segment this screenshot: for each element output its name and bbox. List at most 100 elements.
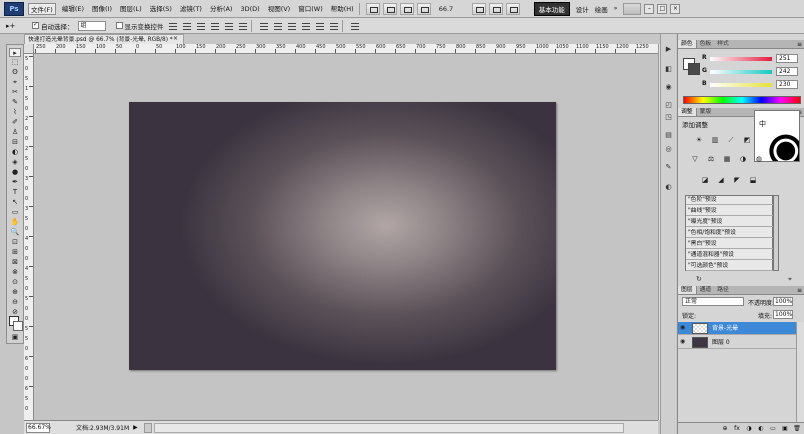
panel-shortcut-icon[interactable]: ▶ bbox=[663, 44, 674, 54]
layer-row[interactable]: ◉ 图层 0 bbox=[678, 336, 796, 349]
workspace-essentials[interactable]: 基本功能 bbox=[533, 1, 570, 16]
menu-view[interactable]: 视图(V) bbox=[266, 3, 293, 15]
workspace-more[interactable]: » bbox=[614, 5, 618, 12]
new-group-icon[interactable]: ▭ bbox=[769, 425, 777, 433]
view-extras-button[interactable] bbox=[471, 2, 486, 15]
tab-swatches[interactable]: 色板 bbox=[697, 40, 715, 48]
tool-button[interactable]: ⊕ bbox=[9, 288, 21, 297]
document-close-icon[interactable]: × bbox=[173, 34, 178, 44]
menu-filter[interactable]: 滤镜(T) bbox=[178, 3, 204, 15]
auto-align-icon[interactable] bbox=[350, 21, 360, 31]
align-bottom-icon[interactable] bbox=[196, 21, 206, 31]
distribute-vcenter-icon[interactable] bbox=[273, 21, 283, 31]
menu-image[interactable]: 图像(I) bbox=[90, 3, 114, 15]
levels-icon[interactable]: ▥ bbox=[708, 135, 722, 146]
hand-tool-button[interactable] bbox=[399, 2, 414, 15]
panel-shortcut-icon[interactable]: ◧ bbox=[663, 64, 674, 74]
align-hcenter-icon[interactable] bbox=[224, 21, 234, 31]
preset-selective-color[interactable]: "可选颜色"预设 bbox=[686, 262, 774, 271]
link-layers-icon[interactable]: ⊕ bbox=[721, 425, 729, 433]
tab-paths[interactable]: 路径 bbox=[714, 286, 732, 294]
photo-filter-icon[interactable]: ◍ bbox=[752, 154, 766, 165]
adjustments-clip-icon[interactable]: ⌖ bbox=[788, 275, 792, 284]
tool-button[interactable]: T bbox=[9, 188, 21, 197]
tool-button[interactable]: ♙ bbox=[9, 128, 21, 137]
blend-mode-dropdown[interactable]: 正常 bbox=[682, 297, 744, 306]
tool-button[interactable]: ✂ bbox=[9, 88, 21, 97]
auto-select-dropdown[interactable]: 组 bbox=[77, 20, 106, 31]
blue-slider[interactable] bbox=[710, 83, 772, 87]
arrange-documents-button[interactable] bbox=[488, 2, 503, 15]
launch-bridge-button[interactable] bbox=[365, 2, 380, 15]
preset-exposure[interactable]: "曝光度"预设 bbox=[686, 218, 774, 227]
tool-button[interactable]: ʘ bbox=[9, 68, 21, 77]
tab-color[interactable]: 颜色 bbox=[678, 40, 697, 48]
menu-window[interactable]: 窗口(W) bbox=[296, 3, 325, 15]
panel-shortcut-icon[interactable]: ✎ bbox=[663, 162, 674, 172]
tool-button[interactable]: ⊖ bbox=[9, 298, 21, 307]
align-vcenter-icon[interactable] bbox=[182, 21, 192, 31]
move-tool-preset[interactable]: ▸+ bbox=[6, 22, 22, 30]
visibility-eye-icon[interactable]: ◉ bbox=[680, 324, 688, 333]
workspace-painting[interactable]: 绘画 bbox=[595, 4, 608, 14]
ruler-origin[interactable] bbox=[24, 44, 34, 54]
color-balance-icon[interactable]: ⚖ bbox=[704, 154, 718, 165]
tool-button[interactable]: ✋ bbox=[9, 218, 21, 227]
preset-curves[interactable]: "曲线"预设 bbox=[686, 207, 774, 216]
panel-shortcut-icon[interactable]: ◉ bbox=[663, 82, 674, 92]
align-right-icon[interactable] bbox=[238, 21, 248, 31]
preset-channel-mixer[interactable]: "通道混和器"预设 bbox=[686, 251, 774, 260]
status-zoom-field[interactable]: 66.67% bbox=[26, 422, 51, 433]
tool-button[interactable]: ⊞ bbox=[9, 248, 21, 257]
vibrance-icon[interactable]: ▽ bbox=[688, 154, 702, 165]
posterize-icon[interactable]: ◢ bbox=[714, 175, 728, 186]
tool-button[interactable]: ◈ bbox=[9, 158, 21, 167]
maximize-button[interactable]: □ bbox=[657, 3, 668, 14]
menu-help[interactable]: 帮助(H) bbox=[329, 3, 356, 15]
tool-button[interactable]: ◐ bbox=[9, 148, 21, 157]
gradient-map-icon[interactable]: ⬓ bbox=[746, 175, 760, 186]
green-value-input[interactable]: 242 bbox=[776, 67, 798, 76]
minimize-button[interactable]: – bbox=[644, 3, 655, 14]
menu-analysis[interactable]: 分析(A) bbox=[208, 3, 235, 15]
tool-button[interactable]: 🔍 bbox=[9, 228, 21, 237]
align-left-icon[interactable] bbox=[210, 21, 220, 31]
invert-icon[interactable]: ◪ bbox=[698, 175, 712, 186]
distribute-top-icon[interactable] bbox=[259, 21, 269, 31]
panel-shortcut-icon[interactable]: ◐ bbox=[663, 182, 674, 192]
zoom-level[interactable]: 66.7 bbox=[439, 5, 469, 13]
brightness-icon[interactable]: ☀ bbox=[692, 135, 706, 146]
distribute-bottom-icon[interactable] bbox=[287, 21, 297, 31]
tool-button[interactable]: ⊗ bbox=[9, 268, 21, 277]
tool-button[interactable]: ⌇ bbox=[9, 108, 21, 117]
menu-file[interactable]: 文件(F) bbox=[28, 2, 56, 15]
tab-channels[interactable]: 通道 bbox=[697, 286, 715, 294]
tab-masks[interactable]: 蒙版 bbox=[697, 108, 715, 116]
menu-edit[interactable]: 编辑(E) bbox=[60, 3, 86, 15]
preset-black-white[interactable]: "黑白"预设 bbox=[686, 240, 774, 249]
tool-button[interactable]: ↖ bbox=[9, 198, 21, 207]
cs-live-button[interactable] bbox=[623, 2, 642, 15]
tool-button[interactable]: ⊡ bbox=[9, 238, 21, 247]
panel-shortcut-icon[interactable]: ◎ bbox=[663, 144, 674, 154]
zoom-tool-button[interactable] bbox=[416, 2, 431, 15]
add-mask-icon[interactable]: ◑ bbox=[745, 425, 753, 433]
blue-value-input[interactable]: 230 bbox=[776, 80, 798, 89]
tool-button[interactable]: ✒ bbox=[9, 178, 21, 187]
menu-3d[interactable]: 3D(D) bbox=[238, 3, 261, 15]
new-adjustment-icon[interactable]: ◐ bbox=[757, 425, 765, 433]
workspace-design[interactable]: 设计 bbox=[576, 4, 589, 14]
green-slider[interactable] bbox=[710, 70, 772, 74]
tool-button[interactable]: ✎ bbox=[9, 98, 21, 107]
tool-button[interactable]: ▸ bbox=[9, 48, 21, 57]
tool-button[interactable]: ⊙ bbox=[9, 278, 21, 287]
align-top-icon[interactable] bbox=[168, 21, 178, 31]
status-menu-icon[interactable]: ▶ bbox=[133, 424, 138, 431]
presets-scrollbar[interactable] bbox=[773, 195, 779, 271]
auto-select-checkbox[interactable] bbox=[32, 21, 39, 29]
adjustments-return-icon[interactable]: ↻ bbox=[696, 275, 702, 283]
color-panel-background[interactable] bbox=[688, 63, 700, 75]
horizontal-scrollbar[interactable] bbox=[153, 422, 624, 433]
background-color-swatch[interactable] bbox=[13, 321, 23, 331]
tool-button[interactable]: ⊟ bbox=[9, 138, 21, 147]
